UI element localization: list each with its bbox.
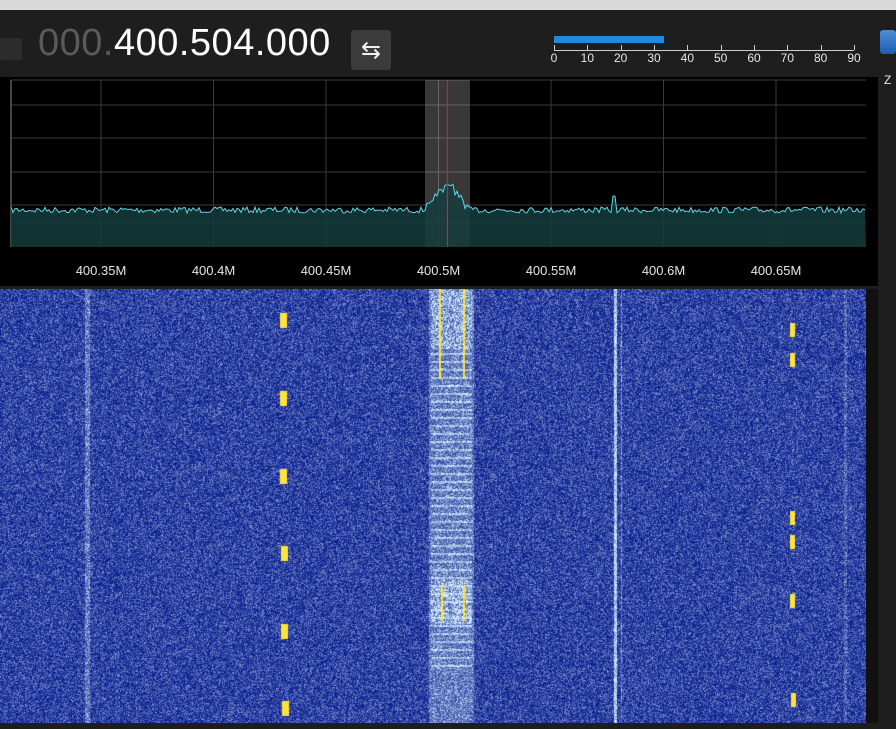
level-meter-label: 90 [847, 51, 861, 65]
spectrum-panel[interactable]: 400.35M 400.4M 400.45M 400.5M 400.55M 400.6M 4… [0, 77, 878, 286]
level-meter-label: 70 [780, 51, 795, 65]
level-meter-tick [620, 45, 622, 50]
app-icon[interactable] [880, 30, 896, 54]
level-meter-tick [754, 45, 755, 50]
level-meter-label: 60 [747, 51, 761, 65]
frequency-prefix: 000. [38, 22, 114, 64]
right-panel-letter: Z [884, 73, 892, 87]
swap-icon: ⇆ [360, 36, 382, 64]
spectrum-fill [11, 184, 866, 247]
level-meter-label: 20 [613, 51, 628, 65]
level-meter-tick [787, 45, 789, 50]
menu-button[interactable] [0, 38, 22, 60]
frequency-value: 400.504.000 [113, 22, 331, 64]
swap-button[interactable]: ⇆ [351, 30, 391, 70]
frequency-tick-label: 400.6M [642, 263, 685, 278]
level-meter-label: 40 [680, 51, 695, 65]
frequency-tick-label: 400.35M [76, 263, 127, 278]
level-meter-tick [820, 45, 822, 50]
level-meter-label: 30 [647, 51, 661, 65]
level-meter-tick [687, 45, 689, 50]
spectrum-plot[interactable]: 400.35M 400.4M 400.45M 400.5M 400.55M 400.6M 4… [0, 77, 878, 286]
waterfall-gutter [866, 289, 878, 723]
level-meter-tick [587, 45, 589, 50]
level-meter: 0 10 20 30 40 50 60 70 80 90 [550, 32, 862, 72]
right-panel-edge [882, 10, 896, 729]
waterfall-canvas[interactable] [0, 289, 866, 723]
level-meter-tick [554, 45, 555, 50]
toolbar: 000.400.504.000 ⇆ 0 10 20 30 40 50 60 70 80 90 [0, 10, 896, 72]
level-meter-label: 0 [550, 51, 558, 65]
level-meter-fill [554, 36, 664, 43]
level-meter-tick [654, 45, 655, 50]
frequency-tick-label: 400.65M [751, 263, 802, 278]
level-meter-label: 50 [713, 51, 728, 65]
level-meter-label: 80 [813, 51, 828, 65]
window-top-strip [0, 0, 896, 10]
level-meter-scale [554, 44, 855, 51]
frequency-tick-label: 400.55M [526, 263, 577, 278]
frequency-display[interactable]: 000.400.504.000 [38, 24, 331, 62]
frequency-tick-label: 400.4M [192, 263, 235, 278]
level-meter-tick [720, 45, 722, 50]
level-meter-label: 10 [580, 51, 595, 65]
frequency-tick-label: 400.45M [301, 263, 352, 278]
waterfall-panel[interactable] [0, 289, 878, 723]
frequency-tick-label: 400.5M [417, 263, 460, 278]
level-meter-tick [854, 45, 855, 50]
